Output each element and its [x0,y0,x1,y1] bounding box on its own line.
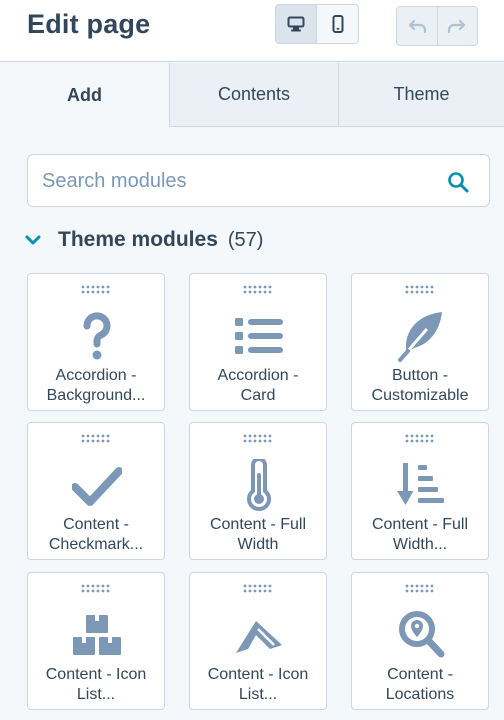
brand-logo-icon [236,621,282,653]
list-icon [235,318,283,354]
tab-theme[interactable]: Theme [338,63,504,127]
module-label: Content - Locations [385,666,455,703]
redo-icon [448,19,466,34]
question-mark-icon [83,312,111,360]
tab-contents[interactable]: Contents [169,63,338,127]
module-label: Content - Checkmark... [48,516,144,553]
section-title: Theme modules [58,228,218,251]
module-card[interactable]: Content - Icon List... [189,572,327,710]
module-card[interactable]: Content - Icon List... [27,572,165,710]
history-controls [396,6,478,46]
drag-handle-icon[interactable] [81,584,113,594]
theme-modules-header[interactable]: Theme modules (57) [24,226,263,254]
module-label: Button - Customizable [371,367,469,404]
search-modules-field[interactable]: Search modules [27,154,490,207]
drag-handle-icon[interactable] [81,285,113,295]
module-card[interactable]: Content - Checkmark... [27,422,165,560]
desktop-icon [287,16,305,32]
view-toggle [275,4,359,44]
drag-handle-icon[interactable] [81,434,113,444]
editor-header: Edit page [0,0,504,62]
chevron-down-icon[interactable] [24,231,42,249]
desktop-view-button[interactable] [276,5,318,43]
mobile-icon [332,15,343,33]
drag-handle-icon[interactable] [405,434,437,444]
redo-button[interactable] [436,7,477,45]
mobile-view-button[interactable] [317,5,358,43]
module-label: Accordion - Background... [46,367,146,404]
drag-handle-icon[interactable] [243,584,275,594]
magnifier-location-icon [399,611,445,658]
module-label: Content - Icon List... [45,666,147,703]
module-card[interactable]: Button - Customizable [351,273,489,411]
tab-add[interactable]: Add [0,63,169,127]
checkmark-icon [72,467,122,506]
module-label: Content - Full Width [209,516,307,553]
search-icon[interactable] [447,171,469,193]
module-card[interactable]: Accordion - Card [189,273,327,411]
feather-icon [398,312,442,362]
page-title: Edit page [27,9,151,39]
module-label: Content - Icon List... [207,666,309,703]
module-card[interactable]: Content - Locations [351,572,489,710]
boxes-icon [73,615,121,655]
undo-button[interactable] [397,7,437,45]
thermometer-icon [247,459,271,511]
module-card[interactable]: Content - Full Width [189,422,327,560]
module-label: Accordion - Card [217,367,299,404]
drag-handle-icon[interactable] [405,285,437,295]
module-card[interactable]: Content - Full Width... [351,422,489,560]
module-count: (57) [227,228,264,251]
undo-icon [408,19,427,34]
module-label: Content - Full Width... [371,516,469,553]
drag-handle-icon[interactable] [405,584,437,594]
drag-handle-icon[interactable] [243,285,275,295]
sort-descending-icon [397,463,444,505]
module-card[interactable]: Accordion - Background... [27,273,165,411]
drag-handle-icon[interactable] [243,434,275,444]
sidebar-tabs: Add Contents Theme [0,63,504,127]
search-input-placeholder[interactable]: Search modules [42,170,187,193]
